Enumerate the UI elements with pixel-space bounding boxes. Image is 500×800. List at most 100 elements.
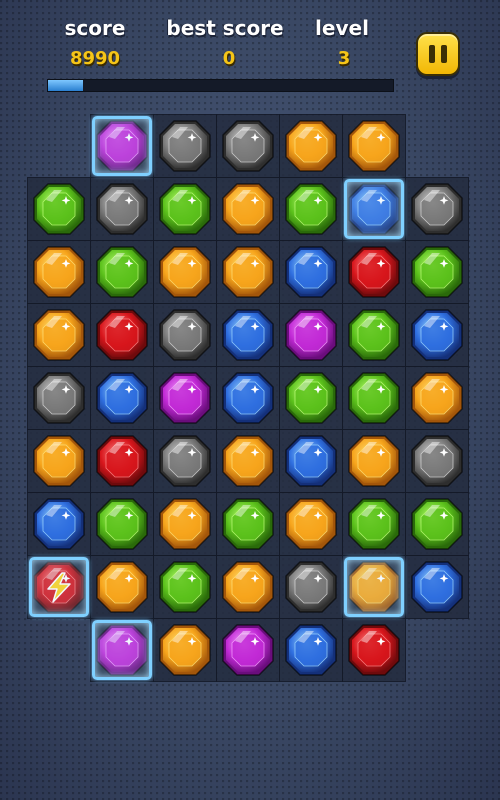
board-cell[interactable] xyxy=(342,492,406,556)
orange-gem-icon xyxy=(33,435,85,487)
board-cell[interactable] xyxy=(342,114,406,178)
orange-gem-icon xyxy=(222,561,274,613)
green-gem-icon xyxy=(411,246,463,298)
board-cell[interactable] xyxy=(216,177,280,241)
orange-gem-icon xyxy=(159,498,211,550)
board-cell[interactable] xyxy=(153,555,217,619)
board-cell[interactable] xyxy=(216,114,280,178)
gray-gem-icon xyxy=(411,183,463,235)
board-cell[interactable] xyxy=(405,303,469,367)
gray-gem-icon xyxy=(285,561,337,613)
board-cell[interactable] xyxy=(342,240,406,304)
green-gem-icon xyxy=(348,372,400,424)
gray-gem-icon xyxy=(96,183,148,235)
blue-gem-icon xyxy=(285,624,337,676)
board-cell[interactable] xyxy=(153,240,217,304)
orange-gem-icon xyxy=(222,435,274,487)
board-cell[interactable] xyxy=(216,492,280,556)
green-gem-icon xyxy=(285,183,337,235)
board-cell[interactable] xyxy=(405,366,469,430)
board-cell[interactable] xyxy=(279,303,343,367)
board-cell[interactable] xyxy=(153,114,217,178)
board-cell[interactable] xyxy=(216,303,280,367)
board-cell[interactable] xyxy=(153,429,217,493)
green-gem-icon xyxy=(411,498,463,550)
board-cell[interactable] xyxy=(279,618,343,682)
board-cell[interactable] xyxy=(342,555,406,619)
board-cell[interactable] xyxy=(27,492,91,556)
board-cell[interactable] xyxy=(405,492,469,556)
gray-gem-icon xyxy=(411,435,463,487)
board-cell[interactable] xyxy=(27,555,91,619)
board-cell[interactable] xyxy=(342,177,406,241)
board-cell[interactable] xyxy=(27,366,91,430)
board-cell[interactable] xyxy=(279,555,343,619)
orange-gem-icon xyxy=(96,561,148,613)
purple-gem-icon xyxy=(96,120,148,172)
board-cell[interactable] xyxy=(153,177,217,241)
board-cell[interactable] xyxy=(279,114,343,178)
board-cell[interactable] xyxy=(153,618,217,682)
orange-gem-icon xyxy=(222,246,274,298)
board-cell[interactable] xyxy=(405,177,469,241)
board-cell[interactable] xyxy=(342,303,406,367)
orange-gem-icon xyxy=(33,246,85,298)
purple-gem-icon xyxy=(96,624,148,676)
board-cell[interactable] xyxy=(216,429,280,493)
board-cell[interactable] xyxy=(216,366,280,430)
orange-gem-icon xyxy=(285,498,337,550)
purple-gem-icon xyxy=(159,372,211,424)
board-cell[interactable] xyxy=(279,177,343,241)
board-cell[interactable] xyxy=(90,492,154,556)
board-cell[interactable] xyxy=(90,114,154,178)
board-cell[interactable] xyxy=(342,429,406,493)
board-cell[interactable] xyxy=(279,429,343,493)
board-cell[interactable] xyxy=(279,366,343,430)
green-gem-icon xyxy=(348,309,400,361)
red-gem-icon xyxy=(96,309,148,361)
blue-gem-icon xyxy=(411,309,463,361)
gray-gem-icon xyxy=(159,435,211,487)
board-cell[interactable] xyxy=(90,240,154,304)
board-cell[interactable] xyxy=(90,366,154,430)
board-cell[interactable] xyxy=(279,492,343,556)
green-gem-icon xyxy=(96,246,148,298)
board-cell[interactable] xyxy=(405,429,469,493)
board-cell[interactable] xyxy=(90,555,154,619)
blue-gem-icon xyxy=(96,372,148,424)
orange-gem-icon xyxy=(222,183,274,235)
board-cell[interactable] xyxy=(153,303,217,367)
board-cell[interactable] xyxy=(216,240,280,304)
board-cell[interactable] xyxy=(153,366,217,430)
board-cell[interactable] xyxy=(405,240,469,304)
gray-gem-icon xyxy=(159,120,211,172)
board-cell[interactable] xyxy=(90,618,154,682)
board-cell[interactable] xyxy=(27,177,91,241)
board-cell[interactable] xyxy=(90,177,154,241)
board-cell[interactable] xyxy=(153,492,217,556)
orange-gem-icon xyxy=(348,561,400,613)
orange-gem-icon xyxy=(285,120,337,172)
board-cell[interactable] xyxy=(342,618,406,682)
red-gem-icon xyxy=(348,246,400,298)
green-gem-icon xyxy=(348,498,400,550)
board-cell[interactable] xyxy=(279,240,343,304)
green-gem-icon xyxy=(159,561,211,613)
board-cell[interactable] xyxy=(27,240,91,304)
blue-gem-icon xyxy=(285,435,337,487)
board-cell[interactable] xyxy=(90,429,154,493)
blue-gem-icon xyxy=(411,561,463,613)
green-gem-icon xyxy=(222,498,274,550)
board-cell[interactable] xyxy=(216,555,280,619)
board-cell[interactable] xyxy=(342,366,406,430)
blue-gem-icon xyxy=(33,498,85,550)
green-gem-icon xyxy=(96,498,148,550)
orange-gem-icon xyxy=(411,372,463,424)
board-cell[interactable] xyxy=(216,618,280,682)
orange-gem-icon xyxy=(159,246,211,298)
board-cell[interactable] xyxy=(90,303,154,367)
board-cell[interactable] xyxy=(27,303,91,367)
board-cell[interactable] xyxy=(27,429,91,493)
board-cell[interactable] xyxy=(405,555,469,619)
orange-gem-icon xyxy=(33,309,85,361)
